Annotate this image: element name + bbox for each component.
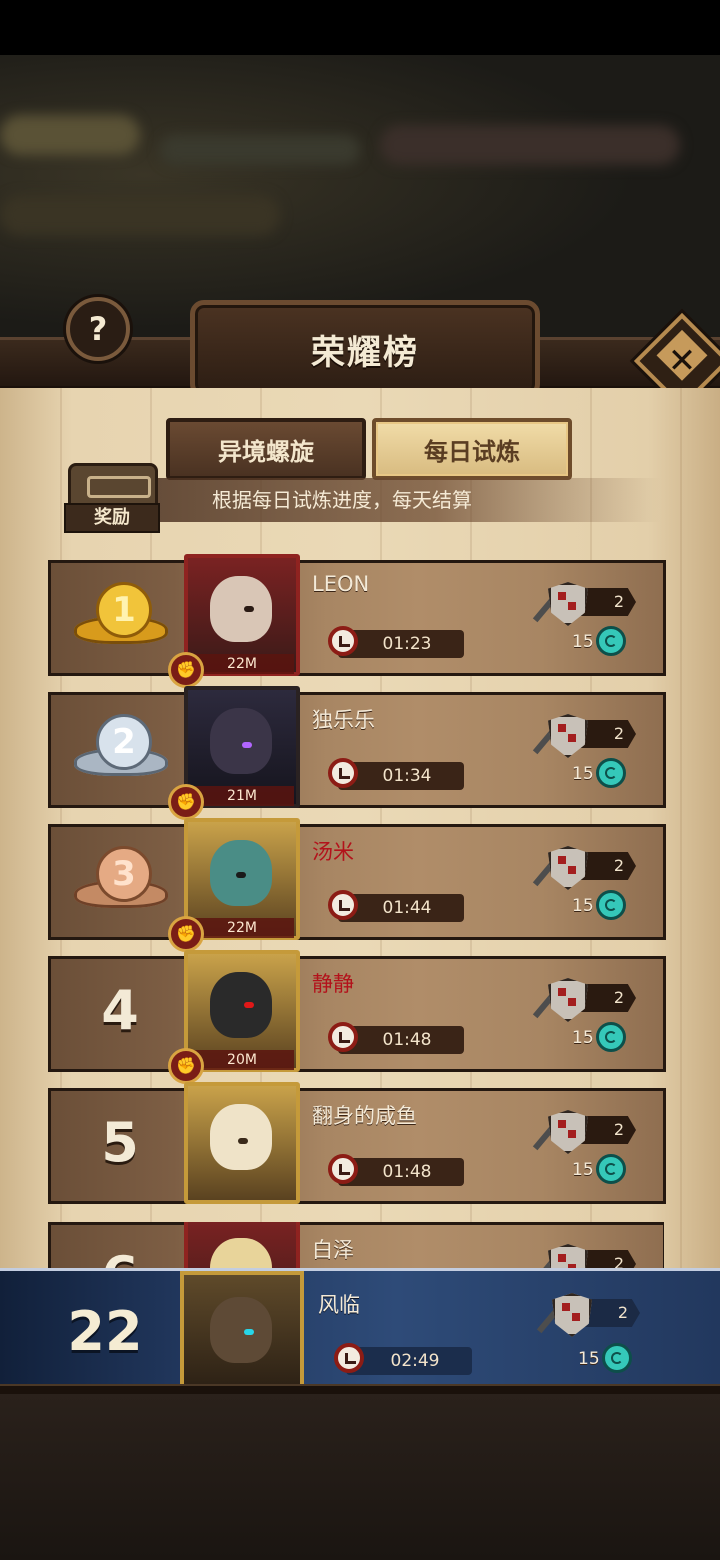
rank-number: 1 — [96, 582, 152, 638]
clear-time: 02:49 — [390, 1351, 440, 1371]
currency-value: 15 — [572, 632, 594, 652]
my-player-name: 风临 — [318, 1293, 360, 1317]
time-badge: 02:49 — [346, 1347, 472, 1375]
player-name: 独乐乐 — [312, 708, 375, 732]
stage-value: 2 — [613, 592, 625, 611]
my-avatar[interactable] — [180, 1271, 304, 1397]
stage-value: 2 — [613, 1120, 625, 1139]
spiral-coin-icon — [602, 1343, 632, 1373]
spiral-coin-icon — [596, 758, 626, 788]
player-name: 翻身的咸鱼 — [312, 1104, 417, 1128]
rank-number: 6 — [70, 1222, 170, 1268]
leaderboard-row[interactable]: 3 22M ✊ 汤米 01:44 2 15 — [48, 818, 666, 952]
player-name: 静静 — [312, 972, 354, 996]
currency-value: 15 — [572, 764, 594, 784]
reward-chest-button[interactable]: 奖励 — [64, 463, 160, 533]
tab-spiral[interactable]: 异境螺旋 — [166, 418, 366, 480]
fist-icon: ✊ — [168, 1048, 204, 1084]
leaderboard-row[interactable]: 5 翻身的咸鱼 01:48 2 15 — [48, 1082, 666, 1204]
spiral-coin-icon — [596, 626, 626, 656]
currency-value: 15 — [572, 896, 594, 916]
player-name: LEON — [312, 572, 370, 596]
power-value: 21M — [190, 786, 294, 806]
power-value: 22M — [190, 918, 294, 938]
stage-value: 2 — [617, 1303, 629, 1322]
tab-spiral-label: 异境螺旋 — [218, 437, 314, 466]
reward-description: 根据每日试炼进度，每天结算 — [212, 488, 472, 512]
status-bar-area — [0, 0, 720, 55]
clock-icon — [328, 626, 358, 656]
tab-daily-trial[interactable]: 每日试炼 — [372, 418, 572, 480]
rank-number: 4 — [101, 979, 139, 1042]
leaderboard-row[interactable]: 4 20M ✊ 静静 01:48 2 15 — [48, 950, 666, 1084]
clock-icon — [328, 1154, 358, 1184]
currency-value: 15 — [578, 1349, 600, 1369]
page-title: 荣耀榜 — [311, 333, 419, 373]
leaderboard-row[interactable]: 1 22M ✊ LEON 01:23 2 15 — [48, 554, 666, 688]
currency-value: 15 — [572, 1028, 594, 1048]
silver-medal-icon: 2 — [70, 710, 172, 786]
tab-daily-label: 每日试炼 — [424, 437, 520, 466]
clock-icon — [328, 1022, 358, 1052]
stage-value: 2 — [613, 856, 625, 875]
stage-value: 2 — [613, 724, 625, 743]
stage-value: 2 — [613, 988, 625, 1007]
reward-label: 奖励 — [64, 503, 160, 533]
fist-icon: ✊ — [168, 652, 204, 688]
close-icon: ✕ — [667, 341, 697, 381]
clock-icon — [328, 758, 358, 788]
help-button[interactable]: ? — [66, 297, 130, 361]
clock-icon — [328, 890, 358, 920]
spiral-coin-icon — [596, 1022, 626, 1052]
clock-icon — [334, 1343, 364, 1373]
title-banner: 荣耀榜 ? ✕ — [0, 295, 720, 410]
rank-number: 2 — [96, 714, 152, 770]
spiral-coin-icon — [596, 1154, 626, 1184]
reward-info-bar: 根据每日试炼进度，每天结算 — [100, 478, 660, 522]
shield-icon — [552, 1293, 592, 1337]
gold-medal-icon: 1 — [70, 578, 172, 654]
spiral-coin-icon — [596, 890, 626, 920]
fist-icon: ✊ — [168, 784, 204, 820]
bronze-medal-icon: 3 — [70, 842, 172, 918]
rank-number: 3 — [96, 846, 152, 902]
power-value: 20M — [190, 1050, 294, 1070]
avatar[interactable] — [184, 1082, 300, 1204]
my-rank-row[interactable]: 22 风临 02:49 2 15 — [0, 1268, 720, 1397]
leaderboard-row[interactable]: 2 21M ✊ 独乐乐 01:34 2 15 — [48, 686, 666, 820]
player-name: 白泽 — [312, 1238, 354, 1262]
avatar[interactable] — [184, 1222, 300, 1268]
leaderboard-row[interactable]: 6 白泽 2 — [48, 1222, 664, 1268]
player-name: 汤米 — [312, 840, 354, 864]
rank-number: 5 — [101, 1111, 139, 1174]
blurred-bottom-nav — [0, 1394, 720, 1560]
question-icon: ? — [88, 310, 108, 348]
fist-icon: ✊ — [168, 916, 204, 952]
power-value: 22M — [190, 654, 294, 674]
my-rank-number: 22 — [67, 1300, 143, 1363]
currency-value: 15 — [572, 1160, 594, 1180]
title-plate: 荣耀榜 — [190, 300, 540, 398]
